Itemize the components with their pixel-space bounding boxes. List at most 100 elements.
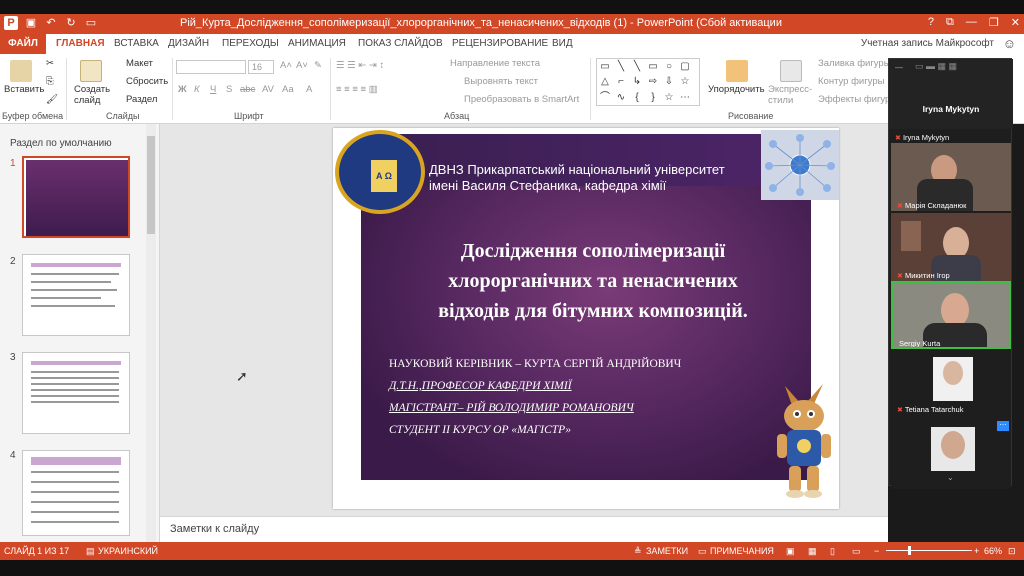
- italic-button[interactable]: К: [194, 84, 200, 95]
- fit-slide-icon[interactable]: ⊡: [1008, 546, 1016, 557]
- thumb-number: 3: [10, 352, 16, 363]
- slideshow-icon[interactable]: ▭: [84, 16, 98, 30]
- font-name-field[interactable]: [176, 60, 246, 74]
- tab-design[interactable]: ДИЗАЙН: [168, 38, 209, 49]
- font-color-button[interactable]: A: [306, 84, 312, 95]
- notes-icon[interactable]: ≜: [634, 546, 642, 557]
- user-avatar-icon[interactable]: ☺: [1003, 36, 1016, 51]
- tab-home[interactable]: ГЛАВНАЯ: [56, 38, 105, 49]
- more-options-icon[interactable]: ⋯: [997, 421, 1009, 431]
- tab-view[interactable]: ВИД: [552, 38, 573, 49]
- arrange-button[interactable]: Упорядочить: [708, 84, 765, 95]
- bullets-icon[interactable]: ☰ ☰ ⇤ ⇥ ↕: [336, 60, 384, 71]
- language-indicator[interactable]: УКРАИНСКИЙ: [98, 546, 158, 556]
- slide-editor-area: ➚ A Ω ДВНЗ Прикарпатський національний у…: [160, 124, 888, 516]
- bottom-bezel: [0, 560, 1024, 576]
- comments-icon[interactable]: ▭: [698, 546, 707, 557]
- help-icon[interactable]: ?: [928, 16, 934, 29]
- tab-review[interactable]: РЕЦЕНЗИРОВАНИЕ: [452, 38, 548, 49]
- notes-toggle[interactable]: ЗАМЕТКИ: [646, 546, 688, 556]
- zoom-slider[interactable]: [886, 550, 972, 551]
- slide-thumbnail[interactable]: [22, 254, 130, 336]
- tab-transitions[interactable]: ПЕРЕХОДЫ: [222, 38, 279, 49]
- slide-thumbnail[interactable]: [22, 450, 130, 536]
- zoom-in-icon[interactable]: +: [974, 546, 979, 556]
- smartart-button[interactable]: Преобразовать в SmartArt: [464, 94, 579, 105]
- underline-button[interactable]: Ч: [210, 84, 216, 95]
- slideshow-view-icon[interactable]: ▭: [852, 546, 861, 557]
- strikethrough-button[interactable]: abc: [240, 84, 255, 95]
- university-header: ДВНЗ Прикарпатський національний універс…: [429, 162, 725, 194]
- zoom-slider-thumb[interactable]: [908, 546, 911, 555]
- slide-thumbnail[interactable]: [22, 352, 130, 434]
- comments-toggle[interactable]: ПРИМЕЧАНИЯ: [710, 546, 774, 556]
- shape-outline-button[interactable]: Контур фигуры: [818, 76, 884, 87]
- quick-styles-icon[interactable]: [780, 60, 802, 82]
- new-slide-button[interactable]: Создать слайд: [74, 84, 114, 106]
- supervisor-line[interactable]: НАУКОВИЙ КЕРІВНИК – КУРТА СЕРГІЙ АНДРІЙО…: [389, 358, 681, 370]
- shadow-button[interactable]: S: [226, 84, 232, 95]
- window-controls: ? ⧉ — ❐ ✕: [928, 16, 1020, 29]
- tab-file[interactable]: ФАЙЛ: [0, 34, 46, 54]
- zoom-level[interactable]: 66%: [984, 546, 1002, 556]
- close-icon[interactable]: ✕: [1011, 16, 1020, 29]
- student-course-line[interactable]: СТУДЕНТ ІІ КУРСУ ОР «МАГІСТР»: [389, 424, 571, 436]
- minimize-icon[interactable]: —: [966, 16, 977, 29]
- grow-font-icon[interactable]: A˄: [280, 60, 292, 71]
- slide-title[interactable]: Дослідження сополімеризації хлорорганічн…: [373, 236, 813, 326]
- chevron-down-icon[interactable]: ⌄: [947, 473, 954, 482]
- language-icon[interactable]: ▤: [86, 546, 95, 557]
- cut-icon[interactable]: ✂: [46, 58, 54, 69]
- sorter-view-icon[interactable]: ▦: [808, 546, 817, 557]
- quick-styles-button[interactable]: Экспресс-стили: [768, 84, 814, 106]
- title-line-2: хлорорганічних та ненасичених: [448, 270, 738, 292]
- bold-button[interactable]: Ж: [178, 84, 187, 95]
- restore-icon[interactable]: ❐: [989, 16, 999, 29]
- participant-video[interactable]: ✖ Tetiana Tatarchuk: [891, 351, 1011, 419]
- shape-fill-button[interactable]: Заливка фигуры: [818, 58, 891, 69]
- university-line-1: ДВНЗ Прикарпатський національний універс…: [429, 162, 725, 177]
- slide-canvas[interactable]: A Ω ДВНЗ Прикарпатський національний уні…: [333, 128, 839, 509]
- account-link[interactable]: Учетная запись Майкрософт: [861, 38, 994, 49]
- paste-button[interactable]: Вставить: [4, 84, 44, 95]
- normal-view-icon[interactable]: ▣: [786, 546, 795, 557]
- participant-video[interactable]: ✖ Марія Складанюк: [891, 143, 1011, 211]
- align-text-button[interactable]: Выровнять текст: [464, 76, 538, 87]
- tab-insert[interactable]: ВСТАВКА: [114, 38, 159, 49]
- spacing-button[interactable]: AV: [262, 84, 274, 95]
- tab-slideshow[interactable]: ПОКАЗ СЛАЙДОВ: [358, 38, 443, 49]
- align-icons[interactable]: ≡ ≡ ≡ ≡ ▥: [336, 84, 378, 95]
- thumbnails-scrollbar[interactable]: [146, 124, 156, 542]
- arrange-icon[interactable]: [726, 60, 748, 82]
- layout-icons[interactable]: ▭ ▬ ▦ ▦: [915, 61, 957, 72]
- shapes-gallery[interactable]: ▭ ╲ ╲ ▭ ○ ▢ △ ⌐ ↳ ⇨ ⇩ ☆ ⌒ ∿{} ☆ ⋯: [596, 58, 700, 106]
- font-size-field[interactable]: 16: [248, 60, 274, 74]
- text-direction-button[interactable]: Направление текста: [450, 58, 540, 69]
- shape-effects-button[interactable]: Эффекты фигуры: [818, 94, 897, 105]
- zoom-out-icon[interactable]: −: [874, 546, 879, 556]
- slide-thumbnail[interactable]: [22, 156, 130, 238]
- ribbon-display-icon[interactable]: ⧉: [946, 16, 954, 29]
- student-line[interactable]: МАГІСТРАНТ– РІЙ ВОЛОДИМИР РОМАНОВИЧ: [389, 402, 634, 414]
- supervisor-title-line[interactable]: Д.Т.Н.,ПРОФЕСОР КАФЕДРИ ХІМІЇ: [389, 380, 572, 392]
- participant-video-active[interactable]: Sergiy Kurta: [891, 281, 1011, 349]
- clear-format-icon[interactable]: ✎: [314, 60, 322, 71]
- case-button[interactable]: Aa: [282, 84, 294, 95]
- save-icon[interactable]: ▣: [24, 16, 38, 30]
- tab-animation[interactable]: АНИМАЦИЯ: [288, 38, 346, 49]
- format-painter-icon[interactable]: 🖌: [46, 94, 58, 105]
- notes-pane[interactable]: Заметки к слайду: [160, 516, 888, 542]
- undo-icon[interactable]: ↶: [44, 16, 58, 30]
- shrink-font-icon[interactable]: A˅: [296, 60, 308, 71]
- minimize-video-icon[interactable]: —: [895, 63, 903, 72]
- redo-icon[interactable]: ↻: [64, 16, 78, 30]
- reset-button[interactable]: Сбросить: [126, 76, 168, 87]
- section-button[interactable]: Раздел: [126, 94, 157, 105]
- paste-icon[interactable]: [10, 60, 32, 82]
- participant-video[interactable]: ✖ Микитин Ігор: [891, 213, 1011, 281]
- section-label[interactable]: Раздел по умолчанию: [10, 138, 112, 149]
- reading-view-icon[interactable]: ▯: [830, 546, 835, 557]
- layout-button[interactable]: Макет: [126, 58, 153, 69]
- copy-icon[interactable]: ⎘: [46, 76, 54, 87]
- new-slide-icon[interactable]: [80, 60, 102, 82]
